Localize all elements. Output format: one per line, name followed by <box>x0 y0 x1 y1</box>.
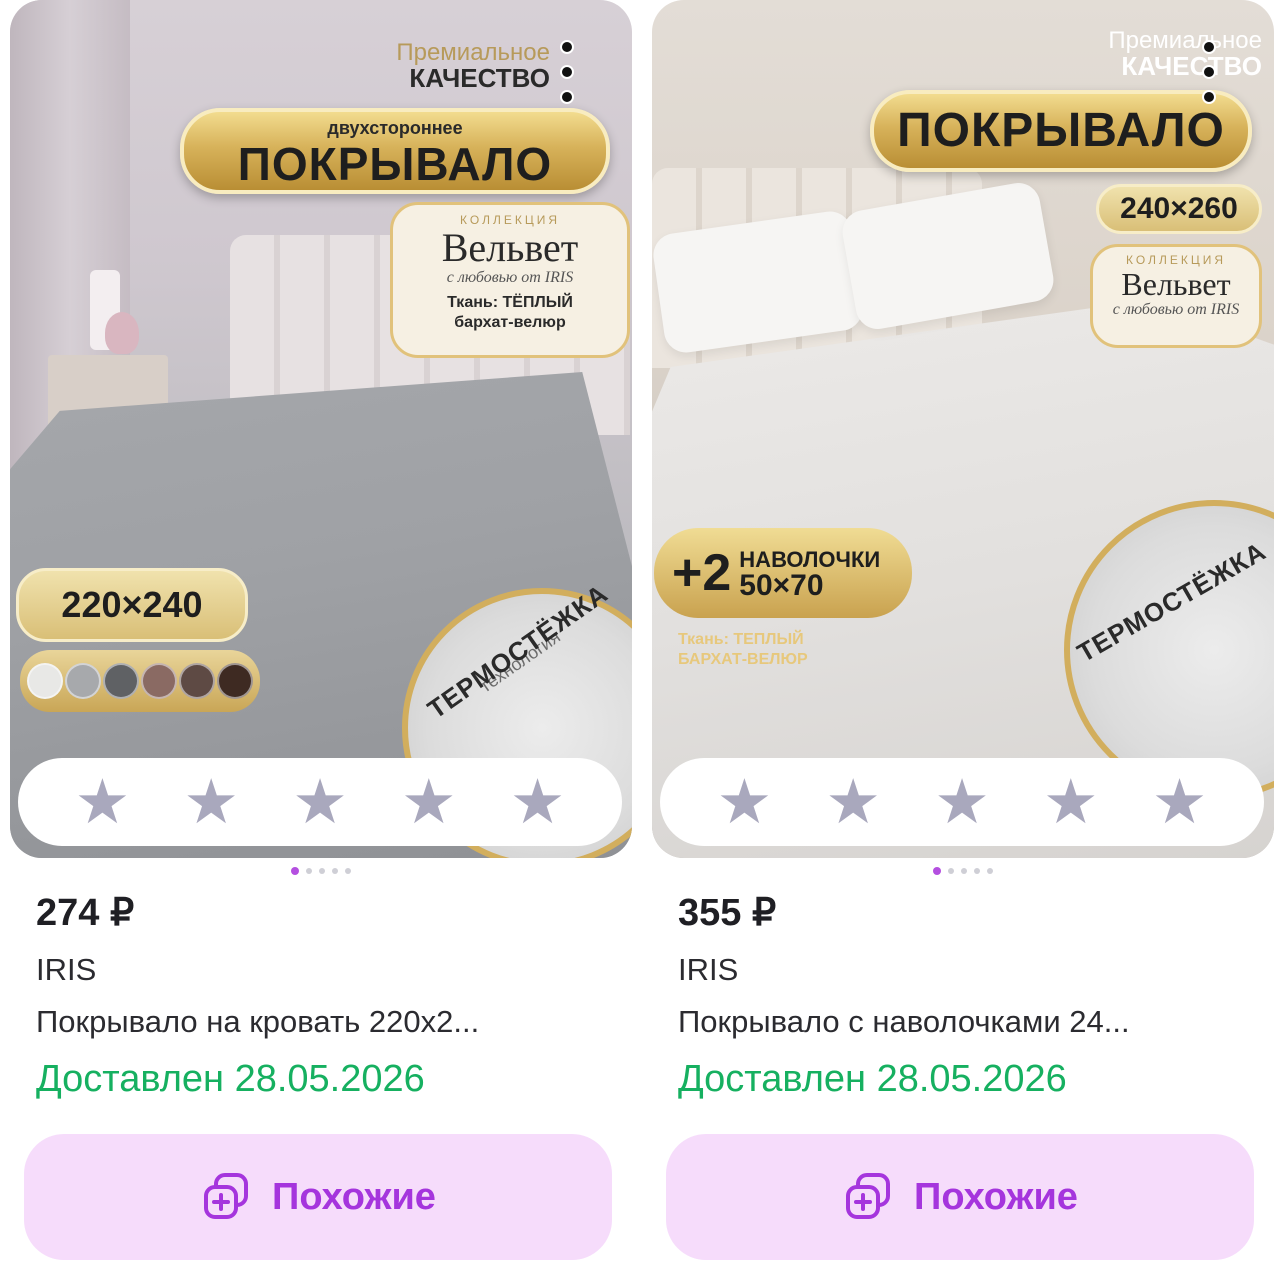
star-icon[interactable]: ★ <box>934 771 990 833</box>
premium-quality-label: Премиальное КАЧЕСТВО <box>330 40 550 92</box>
pager-dot <box>974 868 980 874</box>
star-icon[interactable]: ★ <box>183 771 239 833</box>
similar-button-label: Похожие <box>272 1175 436 1218</box>
product-brand[interactable]: IRIS <box>36 952 96 988</box>
product-title[interactable]: Покрывало на кровать 220х2... <box>36 1004 616 1040</box>
vase <box>105 312 139 354</box>
color-swatch <box>103 663 139 699</box>
similar-button[interactable]: Похожие <box>24 1134 612 1260</box>
fabric-info: Ткань: ТЁПЛЫЙ бархат-велюр <box>393 293 627 333</box>
fabric-info: Ткань: ТЕПЛЫЙ БАРХАТ-ВЕЛЮР <box>678 630 808 670</box>
rating-stars[interactable]: ★ ★ ★ ★ ★ <box>660 758 1264 846</box>
pager-dot <box>987 868 993 874</box>
similar-button[interactable]: Похожие <box>666 1134 1254 1260</box>
similar-items-icon <box>846 1173 891 1219</box>
premium-line-2: КАЧЕСТВО <box>409 63 550 94</box>
size-badge: 220×240 <box>16 568 248 642</box>
product-title[interactable]: Покрывало с наволочками 24... <box>678 1004 1258 1040</box>
product-image-2[interactable]: Премиальное КАЧЕСТВО ПОКРЫВАЛО 240×260 К… <box>652 0 1274 858</box>
similar-button-label: Похожие <box>914 1175 1078 1218</box>
collection-name: Вельвет <box>1121 266 1231 302</box>
fabric-line-2: бархат-велюр <box>454 314 566 331</box>
pager-dot <box>332 868 338 874</box>
product-price: 355 ₽ <box>678 892 777 934</box>
collection-signature: с любовью от IRIS <box>1112 301 1240 318</box>
pager-dot <box>961 868 967 874</box>
collection-label: КОЛЛЕКЦИЯ <box>1126 253 1226 267</box>
collection-badge: КОЛЛЕКЦИЯ Вельвет с любовью от IRIS Ткан… <box>390 202 630 358</box>
star-icon[interactable]: ★ <box>717 771 773 833</box>
star-icon[interactable]: ★ <box>1152 771 1208 833</box>
size-badge: 240×260 <box>1096 184 1262 234</box>
pillowcases-size: 50×70 <box>739 569 824 602</box>
pager-dot <box>291 867 299 875</box>
delivery-status: Доставлен 28.05.2026 <box>678 1058 1067 1100</box>
premium-quality-label: Премиальное КАЧЕСТВО <box>1052 28 1262 80</box>
pillowcases-count: +2 <box>672 544 732 602</box>
pillowcases-badge: +2 НАВОЛОЧКИ 50×70 <box>654 528 912 618</box>
color-swatch <box>27 663 63 699</box>
product-image-1[interactable]: Премиальное КАЧЕСТВО двухстороннее ПОКРЫ… <box>10 0 632 858</box>
product-banner: ПОКРЫВАЛО <box>870 90 1252 172</box>
star-icon[interactable]: ★ <box>292 771 348 833</box>
fabric-line-2: БАРХАТ-ВЕЛЮР <box>678 651 808 668</box>
fabric-line-1: Ткань: ТЕПЛЫЙ <box>678 631 804 648</box>
fabric-line-1: Ткань: ТЁПЛЫЙ <box>447 294 573 311</box>
banner-title: ПОКРЫВАЛО <box>897 104 1225 157</box>
product-price: 274 ₽ <box>36 892 135 934</box>
similar-items-icon <box>204 1173 249 1219</box>
collection-signature: с любовью от IRIS <box>446 269 574 286</box>
product-banner: двухстороннее ПОКРЫВАЛО <box>180 108 610 194</box>
more-vertical-icon[interactable] <box>556 40 578 104</box>
product-card-1[interactable]: Премиальное КАЧЕСТВО двухстороннее ПОКРЫ… <box>10 0 632 1274</box>
star-icon[interactable]: ★ <box>401 771 457 833</box>
star-icon[interactable]: ★ <box>510 771 566 833</box>
star-icon[interactable]: ★ <box>75 771 131 833</box>
delivery-status: Доставлен 28.05.2026 <box>36 1058 425 1100</box>
pager-dot <box>319 868 325 874</box>
color-swatch <box>65 663 101 699</box>
star-icon[interactable]: ★ <box>825 771 881 833</box>
more-vertical-icon[interactable] <box>1198 40 1220 104</box>
pager-dot <box>306 868 312 874</box>
product-brand[interactable]: IRIS <box>678 952 738 988</box>
pager-dot <box>345 868 351 874</box>
premium-line-1: Премиальное <box>1108 27 1262 54</box>
banner-title: ПОКРЫВАЛО <box>237 138 553 190</box>
collection-name: Вельвет <box>441 225 579 270</box>
premium-line-2: КАЧЕСТВО <box>1121 51 1262 82</box>
image-pager <box>10 867 632 880</box>
star-icon[interactable]: ★ <box>1043 771 1099 833</box>
color-swatch <box>141 663 177 699</box>
collection-badge: КОЛЛЕКЦИЯ Вельвет с любовью от IRIS <box>1090 244 1262 348</box>
banner-subtitle: двухстороннее <box>327 118 463 138</box>
color-swatches <box>20 650 260 712</box>
pager-dot <box>933 867 941 875</box>
color-swatch <box>179 663 215 699</box>
pager-dot <box>948 868 954 874</box>
rating-stars[interactable]: ★ ★ ★ ★ ★ <box>18 758 622 846</box>
image-pager <box>652 867 1274 880</box>
color-swatch <box>217 663 253 699</box>
collection-label: КОЛЛЕКЦИЯ <box>460 213 560 227</box>
product-card-2[interactable]: Премиальное КАЧЕСТВО ПОКРЫВАЛО 240×260 К… <box>652 0 1274 1274</box>
premium-line-1: Премиальное <box>396 39 550 66</box>
